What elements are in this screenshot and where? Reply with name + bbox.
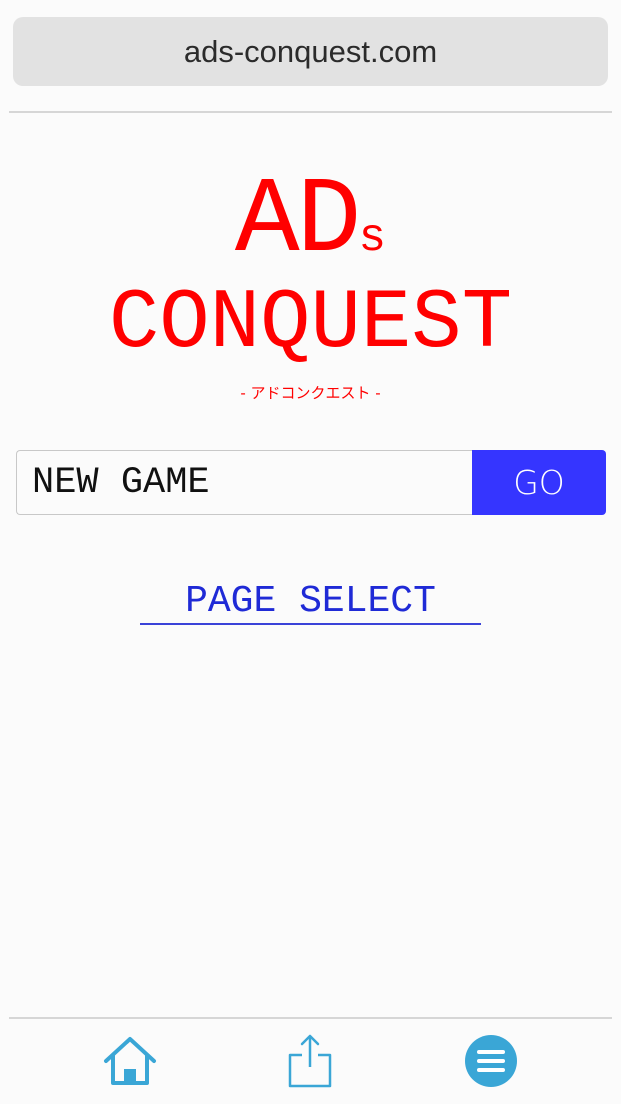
address-bar[interactable]: ads-conquest.com	[13, 17, 608, 86]
top-divider	[9, 111, 612, 113]
page-select-link[interactable]: PAGE SELECT	[140, 583, 481, 625]
logo-s-text: s	[358, 212, 387, 264]
new-game-form: NEW GAME GO	[16, 450, 606, 515]
logo-subtitle: - アドコンクエスト -	[240, 384, 381, 402]
home-icon[interactable]	[100, 1033, 160, 1089]
logo-conquest: CONQUEST	[108, 277, 513, 372]
logo-ads: ADs	[0, 168, 621, 276]
go-button[interactable]: GO	[472, 450, 606, 515]
logo-ad-text: AD	[234, 161, 362, 283]
menu-icon[interactable]	[462, 1033, 522, 1089]
bottom-divider	[9, 1017, 612, 1019]
url-text: ads-conquest.com	[183, 33, 438, 69]
share-icon[interactable]	[282, 1033, 342, 1089]
new-game-input[interactable]: NEW GAME	[16, 450, 472, 515]
